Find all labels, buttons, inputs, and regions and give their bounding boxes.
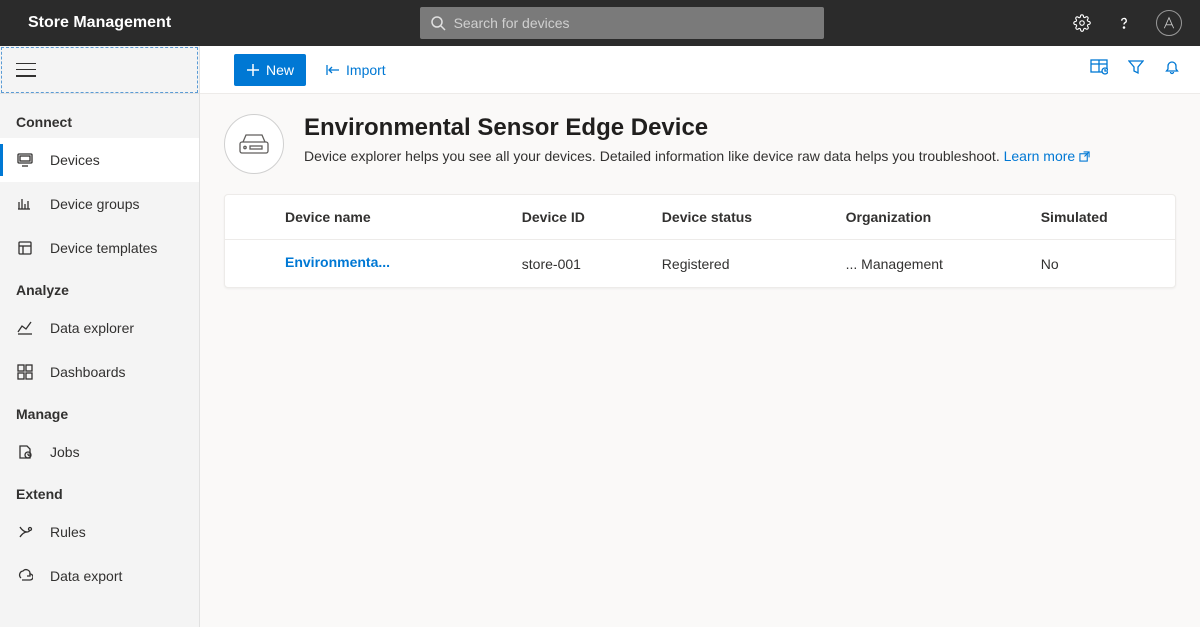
col-organization[interactable]: Organization bbox=[834, 195, 1029, 240]
page-header: Environmental Sensor Edge Device Device … bbox=[224, 114, 1176, 174]
search-wrap bbox=[171, 7, 1072, 39]
page-description: Device explorer helps you see all your d… bbox=[304, 148, 1090, 164]
import-button[interactable]: Import bbox=[318, 54, 394, 86]
main-content: New Import Environmental Sensor Edge Dev… bbox=[200, 46, 1200, 627]
sidebar-item-label: Data export bbox=[50, 568, 122, 584]
new-button-label: New bbox=[266, 62, 294, 78]
section-manage-label: Manage bbox=[0, 394, 199, 430]
rules-icon bbox=[16, 523, 34, 541]
jobs-icon bbox=[16, 443, 34, 461]
avatar[interactable] bbox=[1156, 10, 1182, 36]
sidebar-item-jobs[interactable]: Jobs bbox=[0, 430, 199, 474]
sidebar-item-label: Data explorer bbox=[50, 320, 134, 336]
col-simulated[interactable]: Simulated bbox=[1029, 195, 1175, 240]
col-device-name[interactable]: Device name bbox=[225, 195, 510, 240]
sidebar-item-label: Devices bbox=[50, 152, 100, 168]
col-device-id[interactable]: Device ID bbox=[510, 195, 650, 240]
topbar-actions bbox=[1072, 10, 1182, 36]
cell-organization: ... Management bbox=[834, 240, 1029, 288]
sidebar-item-device-groups[interactable]: Device groups bbox=[0, 182, 199, 226]
top-bar: Store Management bbox=[0, 0, 1200, 46]
data-export-icon bbox=[16, 567, 34, 585]
sidebar-item-label: Dashboards bbox=[50, 364, 126, 380]
gateway-icon bbox=[224, 114, 284, 174]
devices-icon bbox=[16, 151, 34, 169]
sidebar-item-devices[interactable]: Devices bbox=[0, 138, 199, 182]
dashboards-icon bbox=[16, 363, 34, 381]
sidebar-item-label: Device groups bbox=[50, 196, 140, 212]
col-device-status[interactable]: Device status bbox=[650, 195, 834, 240]
sidebar-item-device-templates[interactable]: Device templates bbox=[0, 226, 199, 270]
data-explorer-icon bbox=[16, 319, 34, 337]
cell-device-id: store-001 bbox=[510, 240, 650, 288]
import-button-label: Import bbox=[346, 62, 386, 78]
section-analyze-label: Analyze bbox=[0, 270, 199, 306]
search-input[interactable] bbox=[454, 15, 814, 31]
plus-icon bbox=[246, 63, 260, 77]
device-groups-icon bbox=[16, 195, 34, 213]
section-extend-label: Extend bbox=[0, 474, 199, 510]
sidebar-item-dashboards[interactable]: Dashboards bbox=[0, 350, 199, 394]
cell-device-status: Registered bbox=[650, 240, 834, 288]
sidebar: Connect Devices Device groups Device tem… bbox=[0, 46, 200, 627]
sidebar-item-label: Rules bbox=[50, 524, 86, 540]
table-row[interactable]: Environmenta... store-001 Registered ...… bbox=[225, 240, 1175, 288]
filter-icon[interactable] bbox=[1128, 59, 1144, 80]
command-bar: New Import bbox=[200, 46, 1200, 94]
sidebar-item-data-export[interactable]: Data export bbox=[0, 554, 199, 598]
learn-more-link[interactable]: Learn more bbox=[1004, 148, 1090, 164]
sidebar-item-data-explorer[interactable]: Data explorer bbox=[0, 306, 199, 350]
settings-icon[interactable] bbox=[1072, 13, 1092, 33]
hamburger-icon[interactable] bbox=[16, 63, 36, 77]
sidebar-item-rules[interactable]: Rules bbox=[0, 510, 199, 554]
section-connect-label: Connect bbox=[0, 102, 199, 138]
columns-icon[interactable] bbox=[1090, 58, 1108, 81]
page-title: Environmental Sensor Edge Device bbox=[304, 114, 1090, 142]
bell-icon[interactable] bbox=[1164, 59, 1180, 80]
devices-table: Device name Device ID Device status Orga… bbox=[224, 194, 1176, 288]
sidebar-item-label: Device templates bbox=[50, 240, 157, 256]
device-templates-icon bbox=[16, 239, 34, 257]
help-icon[interactable] bbox=[1114, 13, 1134, 33]
search-box[interactable] bbox=[420, 7, 824, 39]
new-button[interactable]: New bbox=[234, 54, 306, 86]
device-name-link[interactable]: Environmenta... bbox=[285, 254, 390, 270]
sidebar-toggle-area[interactable] bbox=[0, 46, 199, 94]
cell-simulated: No bbox=[1029, 240, 1175, 288]
app-title: Store Management bbox=[28, 14, 171, 32]
sidebar-item-label: Jobs bbox=[50, 444, 80, 460]
table-header-row: Device name Device ID Device status Orga… bbox=[225, 195, 1175, 240]
import-icon bbox=[326, 63, 340, 77]
search-icon bbox=[430, 15, 446, 31]
